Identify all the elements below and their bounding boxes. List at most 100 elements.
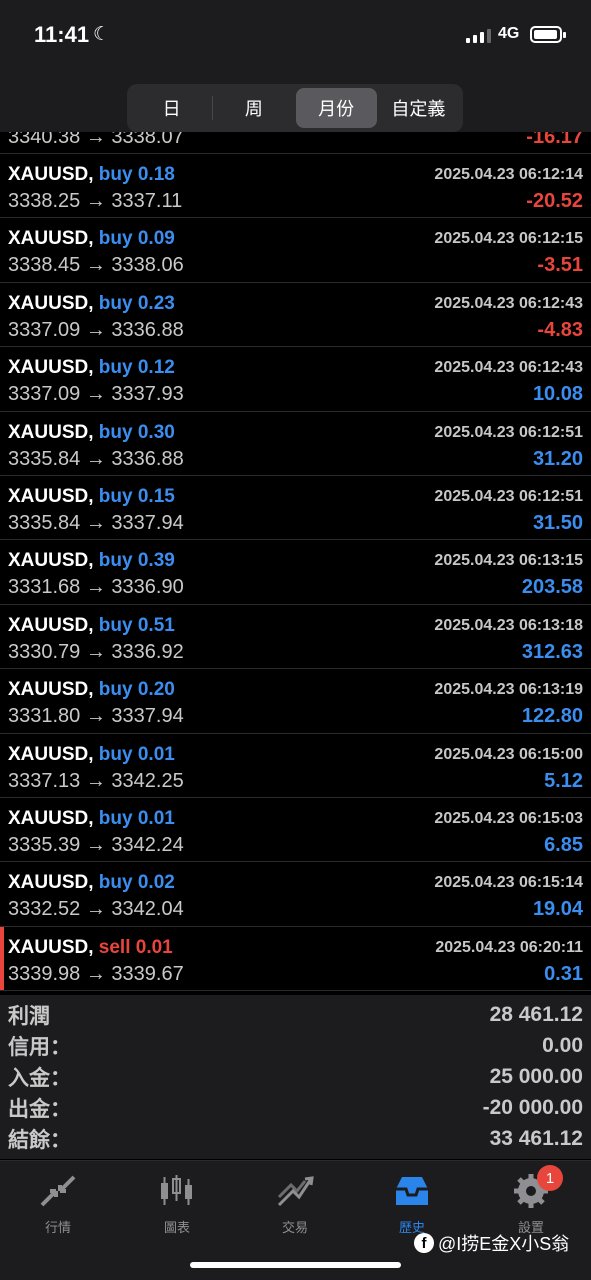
trade-symbol: XAUUSD, bbox=[8, 936, 94, 958]
trade-row[interactable]: XAUUSD, buy 0.09 2025.04.23 06:12:15 3338.… bbox=[0, 218, 591, 283]
trade-side: buy 0.01 bbox=[98, 807, 175, 829]
trade-symbol: XAUUSD, bbox=[8, 743, 94, 765]
network-label: 4G bbox=[498, 25, 520, 42]
trade-row[interactable]: XAUUSD, buy 0.01 2025.04.23 06:15:03 3335.… bbox=[0, 798, 591, 863]
trade-row[interactable]: XAUUSD, sell 0.01 2025.04.23 06:20:11 3339… bbox=[0, 926, 591, 992]
status-bar: 11:41 ☾ 4G bbox=[0, 0, 591, 70]
tab-label: 圖表 bbox=[163, 1220, 190, 1235]
trade-date: 2025.04.23 06:12:43 bbox=[434, 359, 583, 377]
trade-profit: -3.51 bbox=[537, 254, 583, 277]
segment-option[interactable]: 月份 bbox=[295, 88, 377, 128]
trade-symbol-line: XAUUSD, buy 0.01 bbox=[8, 744, 175, 766]
trade-symbol: XAUUSD, bbox=[8, 228, 94, 250]
trade-symbol-line: XAUUSD, buy 0.09 bbox=[8, 228, 175, 250]
trade-side: buy 0.20 bbox=[98, 679, 175, 701]
trade-row[interactable]: XAUUSD, buy 0.23 2025.04.23 06:12:43 3337.… bbox=[0, 283, 591, 348]
trade-history-list[interactable]: 3340.38 → 3338.07 -16.17 XAUUSD, buy 0.1… bbox=[0, 122, 591, 992]
trade-symbol-line: XAUUSD, buy 0.23 bbox=[8, 293, 175, 315]
trade-side: buy 0.12 bbox=[98, 357, 175, 379]
tab-label: 交易 bbox=[281, 1220, 308, 1235]
trade-side: buy 0.01 bbox=[98, 743, 175, 765]
trade-profit: 0.31 bbox=[544, 962, 583, 985]
trade-symbol: XAUUSD, bbox=[8, 807, 94, 829]
trade-row[interactable]: XAUUSD, buy 0.39 2025.04.23 06:13:15 3331.… bbox=[0, 540, 591, 605]
tab-settings[interactable]: 1 設置 bbox=[491, 1165, 571, 1236]
trade-symbol-line: XAUUSD, buy 0.39 bbox=[8, 550, 175, 572]
period-segmented-control[interactable]: 日周月份 自定義 bbox=[127, 84, 463, 132]
trade-date: 2025.04.23 06:12:43 bbox=[434, 294, 583, 312]
trade-row[interactable]: XAUUSD, buy 0.02 2025.04.23 06:15:14 3332.… bbox=[0, 862, 591, 927]
trade-side: buy 0.02 bbox=[98, 872, 175, 894]
segment-option[interactable]: 自定義 bbox=[378, 88, 459, 128]
trade-profit: 31.50 bbox=[532, 511, 583, 534]
trade-prices: 3339.98 → 3339.67 bbox=[8, 962, 184, 985]
trade-prices: 3335.84 → 3337.94 bbox=[8, 511, 184, 534]
trade-date: 2025.04.23 06:13:19 bbox=[434, 681, 583, 699]
account-summary: 利潤 28 461.12 信用： 0.00 入金： 25 000.00 出金： -20 000… bbox=[0, 995, 591, 1159]
quotes-icon bbox=[18, 1171, 98, 1211]
trade-row[interactable]: XAUUSD, buy 0.51 2025.04.23 06:13:18 3330.… bbox=[0, 605, 591, 670]
trade-date: 2025.04.23 06:13:18 bbox=[434, 616, 583, 634]
trade-icon bbox=[255, 1171, 335, 1211]
summary-value: 25 000.00 bbox=[489, 1064, 583, 1088]
trade-prices: 3338.25 → 3337.11 bbox=[8, 190, 183, 212]
trade-date: 2025.04.23 06:13:15 bbox=[434, 552, 583, 570]
tab-quotes[interactable]: 行情 bbox=[18, 1171, 98, 1236]
trade-date: 2025.04.23 06:15:03 bbox=[434, 809, 583, 827]
trade-symbol: XAUUSD, bbox=[8, 164, 94, 185]
trade-symbol-line: XAUUSD, buy 0.02 bbox=[8, 872, 175, 894]
trade-profit: 122.80 bbox=[521, 705, 583, 728]
trade-date: 2025.04.23 06:15:14 bbox=[434, 874, 583, 892]
trade-date: 2025.04.23 06:15:00 bbox=[434, 745, 583, 763]
facebook-icon: f bbox=[414, 1233, 434, 1253]
trade-side: buy 0.09 bbox=[98, 228, 175, 250]
summary-row: 入金： 25 000.00 bbox=[8, 1061, 583, 1092]
summary-label: 利潤 bbox=[8, 1004, 50, 1028]
settings-icon: 1 bbox=[491, 1165, 571, 1211]
watermark: f @I捞E金X小S翁 bbox=[414, 1230, 569, 1256]
tab-chart[interactable]: 圖表 bbox=[137, 1171, 217, 1236]
trade-side: buy 0.18 bbox=[98, 164, 175, 185]
trade-row[interactable]: XAUUSD, buy 0.20 2025.04.23 06:13:19 3331.… bbox=[0, 669, 591, 734]
summary-label: 出金： bbox=[8, 1097, 71, 1121]
trade-profit: 5.12 bbox=[544, 769, 583, 792]
trade-date: 2025.04.23 06:12:51 bbox=[434, 423, 583, 441]
trade-profit: 19.04 bbox=[532, 898, 583, 921]
trade-prices: 3337.09 → 3337.93 bbox=[8, 383, 184, 406]
trade-date: 2025.04.23 06:12:14 bbox=[434, 166, 583, 183]
summary-value: 33 461.12 bbox=[489, 1126, 583, 1150]
summary-label: 信用： bbox=[8, 1035, 71, 1059]
trade-row[interactable]: XAUUSD, buy 0.30 2025.04.23 06:12:51 3335.… bbox=[0, 412, 591, 476]
tab-label: 行情 bbox=[44, 1220, 71, 1235]
trade-prices: 3330.79 → 3336.92 bbox=[8, 640, 184, 663]
trade-symbol: XAUUSD, bbox=[8, 679, 94, 701]
trade-prices: 3338.45 → 3338.06 bbox=[8, 254, 184, 277]
trade-row[interactable]: XAUUSD, buy 0.15 2025.04.23 06:12:51 3335.… bbox=[0, 476, 591, 541]
signal-icon bbox=[466, 27, 491, 43]
chart-icon bbox=[137, 1171, 217, 1211]
trade-side: buy 0.15 bbox=[98, 485, 175, 507]
summary-value: 0.00 bbox=[542, 1033, 583, 1057]
trade-prices: 3332.52 → 3342.04 bbox=[8, 898, 184, 921]
segment-option[interactable]: 周 bbox=[213, 88, 294, 128]
trade-symbol-line: XAUUSD, buy 0.12 bbox=[8, 357, 175, 379]
trade-row[interactable]: XAUUSD, buy 0.12 2025.04.23 06:12:43 3337.… bbox=[0, 347, 591, 412]
tab-history[interactable]: 歷史 bbox=[372, 1171, 452, 1236]
summary-row: 信用： 0.00 bbox=[8, 1030, 583, 1061]
summary-label: 結餘： bbox=[8, 1128, 71, 1152]
trade-symbol: XAUUSD, bbox=[8, 485, 94, 507]
tab-trade[interactable]: 交易 bbox=[255, 1171, 335, 1236]
segment-option[interactable]: 日 bbox=[131, 88, 212, 128]
trade-prices: 3335.39 → 3342.24 bbox=[8, 833, 184, 856]
trade-symbol: XAUUSD, bbox=[8, 550, 94, 572]
trade-row[interactable]: XAUUSD, buy 0.01 2025.04.23 06:15:00 3337.… bbox=[0, 734, 591, 798]
trade-date: 2025.04.23 06:20:11 bbox=[435, 938, 583, 956]
trade-row[interactable]: XAUUSD, buy 0.18 2025.04.23 06:12:14 3338.… bbox=[0, 154, 591, 219]
moon-icon: ☾ bbox=[93, 24, 111, 45]
summary-row: 出金： -20 000.00 bbox=[8, 1092, 583, 1123]
trade-symbol: XAUUSD, bbox=[8, 614, 94, 636]
trade-side: buy 0.51 bbox=[98, 614, 175, 636]
trade-symbol: XAUUSD, bbox=[8, 872, 94, 894]
home-indicator[interactable] bbox=[190, 1262, 401, 1268]
trade-date: 2025.04.23 06:12:51 bbox=[434, 487, 583, 505]
